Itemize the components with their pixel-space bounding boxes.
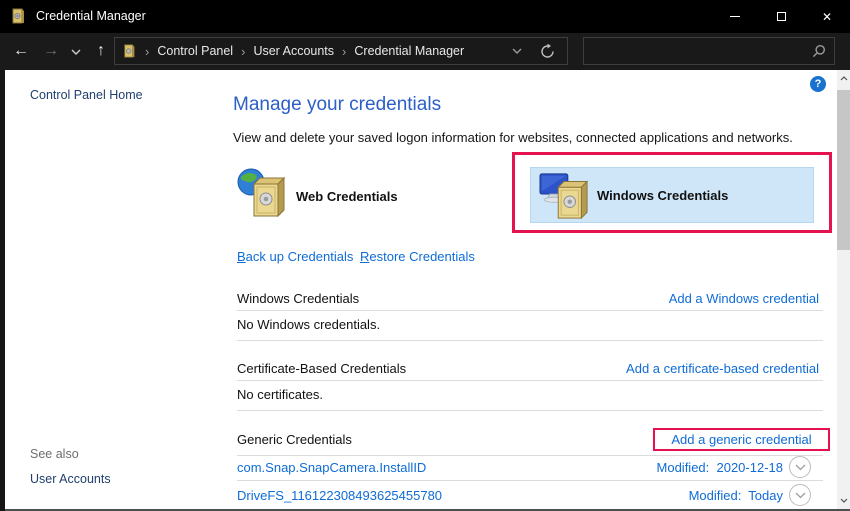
- search-input[interactable]: [584, 44, 812, 58]
- credential-item-drivefs[interactable]: DriveFS_116122308493625455780: [237, 488, 442, 503]
- divider: [237, 455, 823, 456]
- maximize-icon: [777, 12, 786, 21]
- recent-pages-dropdown-button[interactable]: [66, 33, 86, 70]
- add-generic-credential-annotation-box: Add a generic credential: [653, 428, 830, 451]
- chevron-up-icon: [840, 76, 848, 81]
- divider: [237, 310, 823, 311]
- vertical-scrollbar[interactable]: [837, 70, 850, 511]
- scrollbar-up-button[interactable]: [837, 71, 850, 86]
- add-certificate-credential-link[interactable]: Add a certificate-based credential: [626, 361, 819, 376]
- divider: [237, 480, 823, 481]
- breadcrumb-separator: ›: [145, 44, 149, 59]
- no-certificates-text: No certificates.: [237, 387, 323, 402]
- breadcrumb-separator: ›: [241, 44, 245, 59]
- page-description: View and delete your saved logon informa…: [233, 130, 793, 145]
- chevron-down-icon: [840, 498, 848, 503]
- navigation-toolbar: ← → ↑ › Control Panel › User Accounts › …: [0, 33, 850, 70]
- back-button[interactable]: ←: [6, 33, 36, 70]
- expand-credential-button[interactable]: [789, 484, 811, 506]
- content-area: Control Panel Home See also User Account…: [0, 70, 850, 511]
- back-icon: ←: [13, 42, 29, 59]
- web-credentials-tile[interactable]: Web Credentials: [236, 168, 398, 224]
- window-controls: ✕: [712, 0, 850, 33]
- credential-manager-icon: [123, 44, 137, 58]
- restore-credentials-link[interactable]: Restore Credentials: [360, 249, 475, 264]
- credential-modified-date: Modified: 2020-12-18: [657, 460, 783, 475]
- section-title-certificate-credentials: Certificate-Based Credentials: [237, 361, 406, 376]
- up-button[interactable]: ↑: [88, 33, 114, 70]
- minimize-icon: [730, 16, 740, 17]
- breadcrumb-separator: ›: [342, 44, 346, 59]
- section-title-generic-credentials: Generic Credentials: [237, 432, 352, 447]
- windows-credentials-label: Windows Credentials: [597, 188, 728, 203]
- expand-credential-button[interactable]: [789, 456, 811, 478]
- credential-item-snapcamera[interactable]: com.Snap.SnapCamera.InstallID: [237, 460, 426, 475]
- maximize-button[interactable]: [758, 0, 804, 33]
- chevron-down-icon: [795, 464, 806, 471]
- divider: [237, 380, 823, 381]
- breadcrumb-control-panel[interactable]: Control Panel: [157, 44, 233, 58]
- chevron-down-icon: [512, 48, 522, 54]
- credential-modified-date: Modified: Today: [689, 488, 783, 503]
- close-button[interactable]: ✕: [804, 0, 850, 33]
- scrollbar-down-button[interactable]: [837, 493, 850, 508]
- close-icon: ✕: [822, 10, 832, 24]
- refresh-icon: [540, 44, 555, 59]
- sidebar-item-control-panel-home[interactable]: Control Panel Home: [30, 88, 143, 102]
- forward-button[interactable]: →: [36, 33, 66, 70]
- titlebar: Credential Manager ✕: [0, 0, 850, 33]
- breadcrumb-user-accounts[interactable]: User Accounts: [253, 44, 334, 58]
- web-credentials-label: Web Credentials: [296, 189, 398, 204]
- up-icon: ↑: [97, 42, 105, 59]
- address-dropdown-button[interactable]: [512, 48, 522, 54]
- forward-icon: →: [43, 42, 59, 59]
- chevron-down-icon: [795, 492, 806, 499]
- address-bar[interactable]: › Control Panel › User Accounts › Creden…: [114, 37, 568, 65]
- no-windows-credentials-text: No Windows credentials.: [237, 317, 380, 332]
- page-title: Manage your credentials: [233, 94, 441, 116]
- web-credentials-icon: [236, 168, 288, 225]
- minimize-button[interactable]: [712, 0, 758, 33]
- chevron-down-icon: [71, 49, 81, 55]
- windows-credentials-annotation-box: Windows Credentials: [512, 152, 832, 233]
- sidebar-item-user-accounts[interactable]: User Accounts: [30, 472, 111, 486]
- add-generic-credential-link[interactable]: Add a generic credential: [671, 432, 811, 447]
- divider: [237, 340, 823, 341]
- add-windows-credential-link[interactable]: Add a Windows credential: [669, 291, 819, 306]
- backup-credentials-link[interactable]: Back up Credentials: [237, 249, 353, 264]
- breadcrumb-credential-manager[interactable]: Credential Manager: [354, 44, 464, 58]
- window-title: Credential Manager: [36, 0, 146, 33]
- search-box[interactable]: [583, 37, 835, 65]
- window-left-edge: [0, 70, 5, 511]
- windows-credentials-icon: [539, 170, 589, 220]
- divider: [237, 410, 823, 411]
- refresh-button[interactable]: [540, 44, 555, 59]
- credential-manager-app-icon: [11, 8, 27, 24]
- search-icon[interactable]: [812, 44, 826, 58]
- main-pane: Manage your credentials View and delete …: [233, 70, 827, 511]
- see-also-label: See also: [30, 447, 79, 461]
- section-title-windows-credentials: Windows Credentials: [237, 291, 359, 306]
- scrollbar-thumb[interactable]: [837, 90, 850, 250]
- windows-credentials-tile[interactable]: Windows Credentials: [530, 167, 814, 223]
